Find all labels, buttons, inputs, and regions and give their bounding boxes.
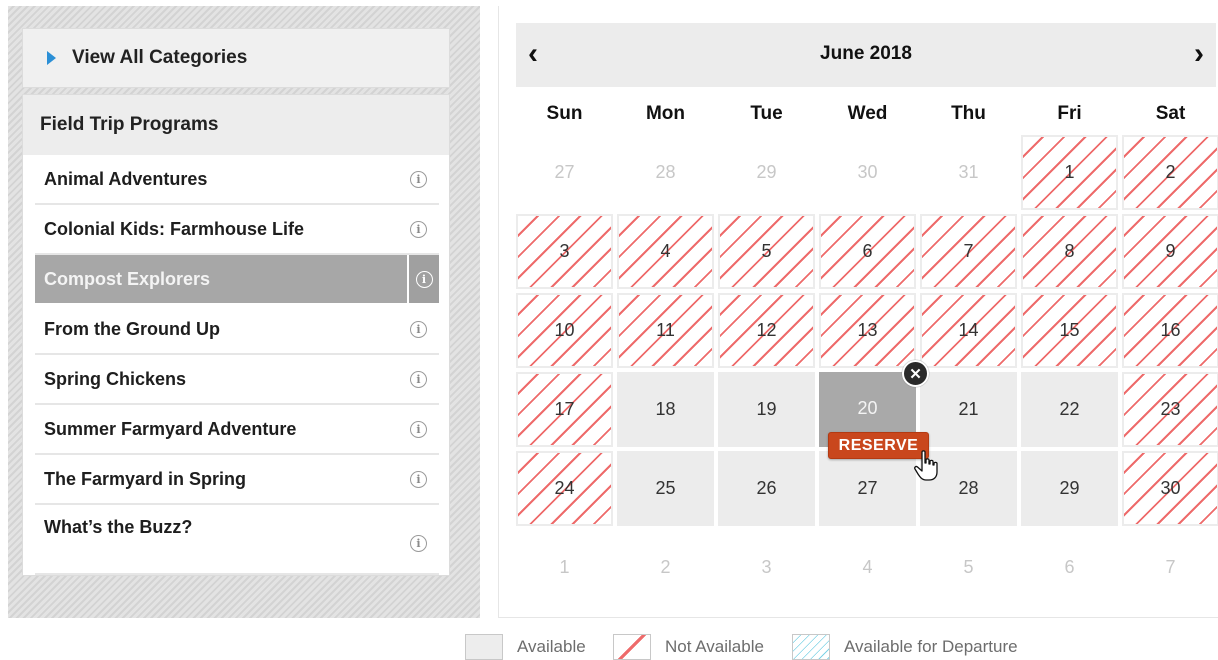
program-item-spring-chickens[interactable]: Spring Chickens i xyxy=(35,355,439,405)
day-cell-available[interactable]: 26 xyxy=(718,451,815,526)
program-item-from-the-ground-up[interactable]: From the Ground Up i xyxy=(35,305,439,355)
day-cell-not-available: 30 xyxy=(1122,451,1218,526)
day-cell-not-available: 24 xyxy=(516,451,613,526)
program-item-animal-adventures[interactable]: Animal Adventures i xyxy=(35,155,439,205)
program-name: Colonial Kids: Farmhouse Life xyxy=(44,218,305,239)
month-title: June 2018 xyxy=(820,43,912,64)
weekday-header: Fri xyxy=(1057,103,1082,124)
day-cell-other-month: 29 xyxy=(756,162,777,182)
day-cell-other-month: 27 xyxy=(554,162,575,182)
legend-available-for-departure: Available for Departure xyxy=(792,634,1018,660)
weekday-header: Thu xyxy=(951,103,986,124)
day-cell-not-available: 9 xyxy=(1122,214,1218,289)
day-cell-other-month: 31 xyxy=(958,162,979,182)
available-swatch xyxy=(465,634,503,660)
day-cell-other-month: 30 xyxy=(857,162,878,182)
calendar-header: ‹ June 2018 › xyxy=(516,23,1216,87)
program-name: What’s the Buzz? xyxy=(44,517,193,537)
day-cell-not-available: 16 xyxy=(1122,293,1218,368)
weekday-header: Sat xyxy=(1155,103,1186,124)
day-cell-other-month: 4 xyxy=(862,557,873,577)
day-cell-not-available: 17 xyxy=(516,372,613,447)
program-item-whats-the-buzz[interactable]: What’s the Buzz? i xyxy=(35,505,439,575)
legend-available: Available xyxy=(465,634,586,660)
legend-label: Not Available xyxy=(665,637,764,656)
info-button[interactable]: i xyxy=(407,255,439,303)
info-icon[interactable]: i xyxy=(410,420,427,438)
day-cell-not-available: 15 xyxy=(1021,293,1118,368)
info-icon[interactable]: i xyxy=(410,220,427,238)
day-cell-other-month: 2 xyxy=(660,557,671,577)
program-name: Spring Chickens xyxy=(44,368,187,389)
day-cell-not-available: 13 xyxy=(819,293,916,368)
day-cell-not-available: 1 xyxy=(1021,135,1118,210)
program-item-colonial-kids[interactable]: Colonial Kids: Farmhouse Life i xyxy=(35,205,439,255)
section-title: Field Trip Programs xyxy=(23,95,449,155)
program-name: Compost Explorers xyxy=(44,268,211,289)
day-cell-other-month: 5 xyxy=(963,557,974,577)
day-cell-available[interactable]: 25 xyxy=(617,451,714,526)
close-icon[interactable]: ✕ xyxy=(902,360,929,387)
day-cell-available[interactable]: 19 xyxy=(718,372,815,447)
info-icon[interactable]: i xyxy=(410,170,427,188)
weekday-header: Wed xyxy=(847,103,888,124)
play-triangle-icon xyxy=(47,51,56,65)
weekday-header: Sun xyxy=(546,103,583,124)
info-icon[interactable]: i xyxy=(415,270,433,288)
legend-label: Available xyxy=(517,637,586,656)
program-list-box: Field Trip Programs Animal Adventures i … xyxy=(22,94,450,576)
day-cell-not-available: 14 xyxy=(920,293,1017,368)
program-name: Summer Farmyard Adventure xyxy=(44,418,297,439)
day-cell-not-available: 2 xyxy=(1122,135,1218,210)
day-cell-available[interactable]: 22 xyxy=(1021,372,1118,447)
program-name: The Farmyard in Spring xyxy=(44,468,247,489)
info-icon[interactable]: i xyxy=(410,470,427,488)
day-cell-not-available: 11 xyxy=(617,293,714,368)
day-cell-available[interactable]: 27 xyxy=(819,451,916,526)
program-item-summer-farmyard-adventure[interactable]: Summer Farmyard Adventure i xyxy=(35,405,439,455)
day-cell-not-available: 6 xyxy=(819,214,916,289)
day-cell-other-month: 1 xyxy=(559,557,570,577)
day-cell-not-available: 8 xyxy=(1021,214,1118,289)
day-cell-not-available: 5 xyxy=(718,214,815,289)
day-cell-not-available: 7 xyxy=(920,214,1017,289)
view-all-categories-label: View All Categories xyxy=(72,47,248,68)
program-list: Animal Adventures i Colonial Kids: Farmh… xyxy=(35,155,439,575)
next-month-button[interactable]: › xyxy=(1194,37,1204,71)
day-cell-available[interactable]: 18 xyxy=(617,372,714,447)
day-cell-not-available: 3 xyxy=(516,214,613,289)
not-available-swatch xyxy=(613,634,651,660)
day-cell-available[interactable]: 29 xyxy=(1021,451,1118,526)
day-cell-not-available: 10 xyxy=(516,293,613,368)
info-icon[interactable]: i xyxy=(410,370,427,388)
day-cell-other-month: 6 xyxy=(1064,557,1075,577)
day-cell-not-available: 23 xyxy=(1122,372,1218,447)
day-cell-other-month: 28 xyxy=(655,162,676,182)
program-name: From the Ground Up xyxy=(44,318,220,339)
program-name: Animal Adventures xyxy=(44,168,208,189)
weekday-header: Tue xyxy=(750,103,783,124)
program-item-compost-explorers[interactable]: Compost Explorers i xyxy=(35,255,439,305)
info-icon[interactable]: i xyxy=(410,320,427,338)
departure-swatch xyxy=(792,634,830,660)
program-item-farmyard-in-spring[interactable]: The Farmyard in Spring i xyxy=(35,455,439,505)
weekday-header: Mon xyxy=(645,103,686,124)
legend-label: Available for Departure xyxy=(844,637,1018,656)
view-all-categories-button[interactable]: View All Categories xyxy=(22,28,450,88)
day-cell-not-available: 4 xyxy=(617,214,714,289)
legend-not-available: Not Available xyxy=(613,634,764,660)
info-icon[interactable]: i xyxy=(410,535,427,552)
day-cell-available[interactable]: 21 xyxy=(920,372,1017,447)
day-cell-not-available: 12 xyxy=(718,293,815,368)
day-cell-other-month: 7 xyxy=(1165,557,1176,577)
hand-pointer-icon xyxy=(914,450,938,481)
day-cell-other-month: 3 xyxy=(761,557,772,577)
